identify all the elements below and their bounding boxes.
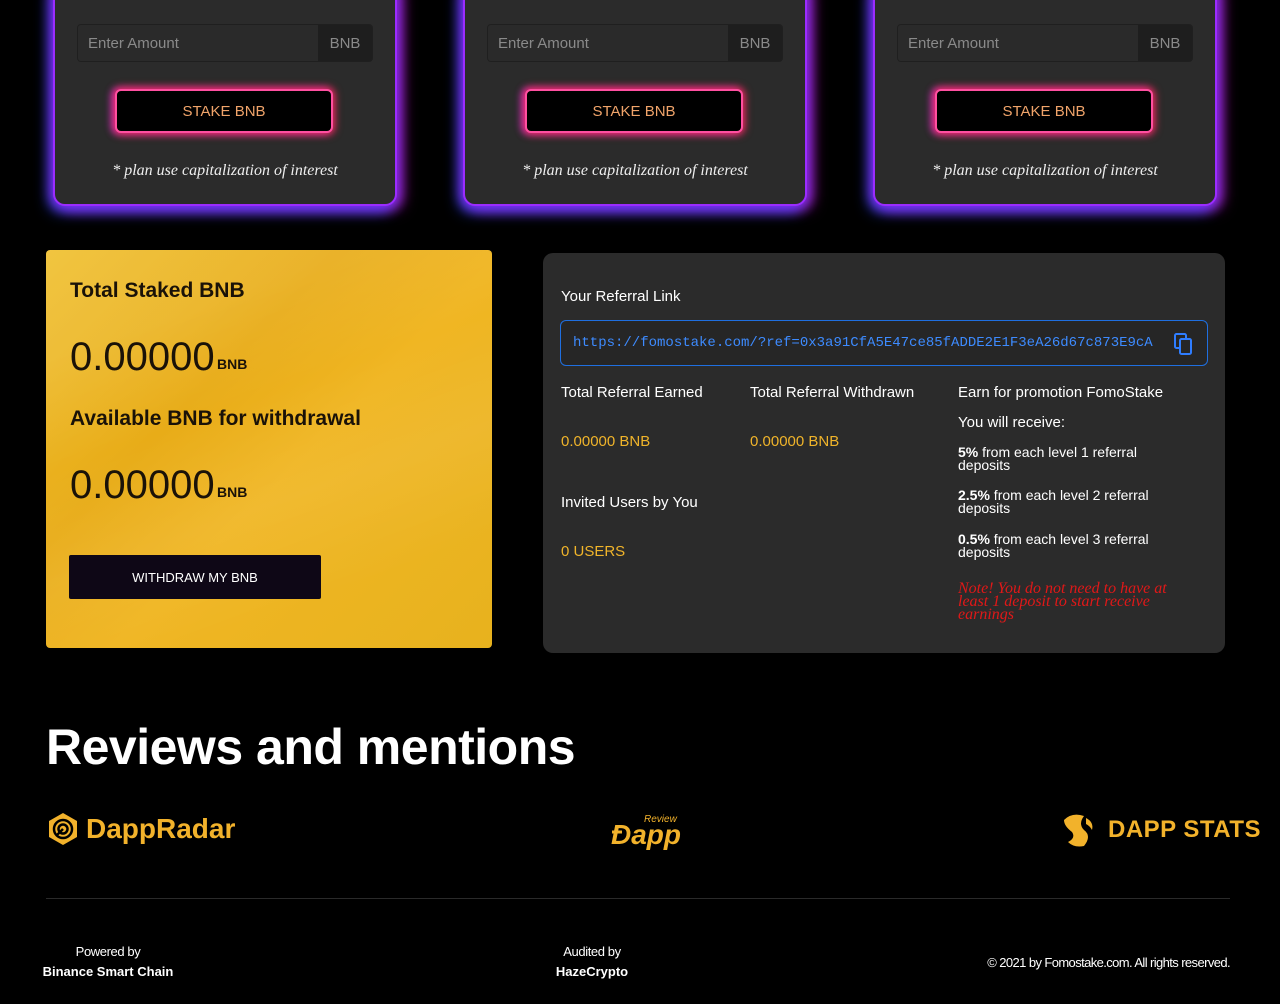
- copyright: © 2021 by Fomostake.com. All rights rese…: [987, 955, 1230, 970]
- referral-earned-value: 0.00000 BNB: [561, 433, 651, 450]
- amount-input-group: BNB: [77, 24, 373, 62]
- plan-note: * plan use capitalization of interest: [112, 162, 338, 179]
- withdraw-button[interactable]: WITHDRAW MY BNB: [69, 555, 321, 599]
- available-unit: BNB: [217, 484, 248, 500]
- available-label: Available BNB for withdrawal: [70, 407, 361, 430]
- plan-card-3: BNB STAKE BNB * plan use capitalization …: [873, 0, 1217, 206]
- dapp-review-logo[interactable]: Review Dapp: [610, 810, 690, 852]
- receive-label: You will receive:: [958, 414, 1065, 431]
- referral-level-3: 0.5% from each level 3 referral deposits: [958, 532, 1188, 559]
- referral-level-1: 5% from each level 1 referral deposits: [958, 444, 1188, 473]
- total-staked-value: 0.00000: [70, 335, 215, 379]
- plan-note: * plan use capitalization of interest: [522, 162, 748, 179]
- invited-users-label: Invited Users by You: [561, 494, 698, 511]
- stake-button[interactable]: STAKE BNB: [525, 89, 743, 133]
- copy-icon[interactable]: [1173, 332, 1195, 356]
- promo-title: Earn for promotion FomoStake: [958, 384, 1164, 401]
- amount-input[interactable]: [898, 25, 1138, 61]
- total-staked-unit: BNB: [217, 356, 248, 372]
- amount-input-group: BNB: [487, 24, 783, 62]
- plan-card-1: BNB STAKE BNB * plan use capitalization …: [53, 0, 397, 206]
- referral-link-box[interactable]: https://fomostake.com/?ref=0x3a91CfA5E47…: [560, 320, 1208, 366]
- referral-earned-label: Total Referral Earned: [561, 384, 703, 401]
- referral-panel: Your Referral Link https://fomostake.com…: [543, 253, 1225, 653]
- stake-button[interactable]: STAKE BNB: [935, 89, 1153, 133]
- referral-withdrawn-label: Total Referral Withdrawn: [750, 384, 915, 401]
- reviews-title: Reviews and mentions: [46, 719, 576, 775]
- dapp-review-text: Dapp: [611, 819, 681, 850]
- invited-users-value: 0 USERS: [561, 543, 626, 560]
- dapp-stats-icon: [1064, 814, 1093, 847]
- footer-divider: [46, 898, 1230, 899]
- audited-by-label: Audited by: [563, 944, 621, 959]
- available-value: 0.00000: [70, 463, 215, 507]
- referral-withdrawn-value: 0.00000 BNB: [750, 433, 840, 450]
- amount-unit-label: BNB: [1138, 25, 1192, 61]
- dappradar-text: DappRadar: [86, 813, 236, 844]
- audited-by-value[interactable]: HazeCrypto: [542, 964, 642, 979]
- amount-input[interactable]: [78, 25, 318, 61]
- referral-link-label: Your Referral Link: [561, 288, 681, 305]
- referral-note: Note! You do not need to have at least 1…: [958, 580, 1167, 623]
- dappradar-logo[interactable]: DappRadar: [46, 812, 235, 846]
- dapp-stats-text: DAPP STATS: [1108, 816, 1262, 843]
- dapp-stats-logo[interactable]: DAPP STATS: [1060, 812, 1261, 848]
- powered-by-value[interactable]: Binance Smart Chain: [40, 964, 176, 979]
- total-staked-label: Total Staked BNB: [70, 279, 245, 302]
- powered-by-label: Powered by: [75, 944, 141, 959]
- amount-input[interactable]: [488, 25, 728, 61]
- staked-panel: Total Staked BNB 0.00000 BNB Available B…: [46, 250, 492, 648]
- amount-input-group: BNB: [897, 24, 1193, 62]
- stake-button[interactable]: STAKE BNB: [115, 89, 333, 133]
- amount-unit-label: BNB: [728, 25, 782, 61]
- amount-unit-label: BNB: [318, 25, 372, 61]
- referral-level-2: 2.5% from each level 2 referral deposits: [958, 488, 1188, 515]
- dappradar-icon: [49, 813, 77, 845]
- level-text: from each level 1 referral deposits: [958, 444, 1137, 473]
- plan-card-2: BNB STAKE BNB * plan use capitalization …: [463, 0, 807, 206]
- referral-link[interactable]: https://fomostake.com/?ref=0x3a91CfA5E47…: [573, 335, 1153, 351]
- plan-note: * plan use capitalization of interest: [932, 162, 1158, 179]
